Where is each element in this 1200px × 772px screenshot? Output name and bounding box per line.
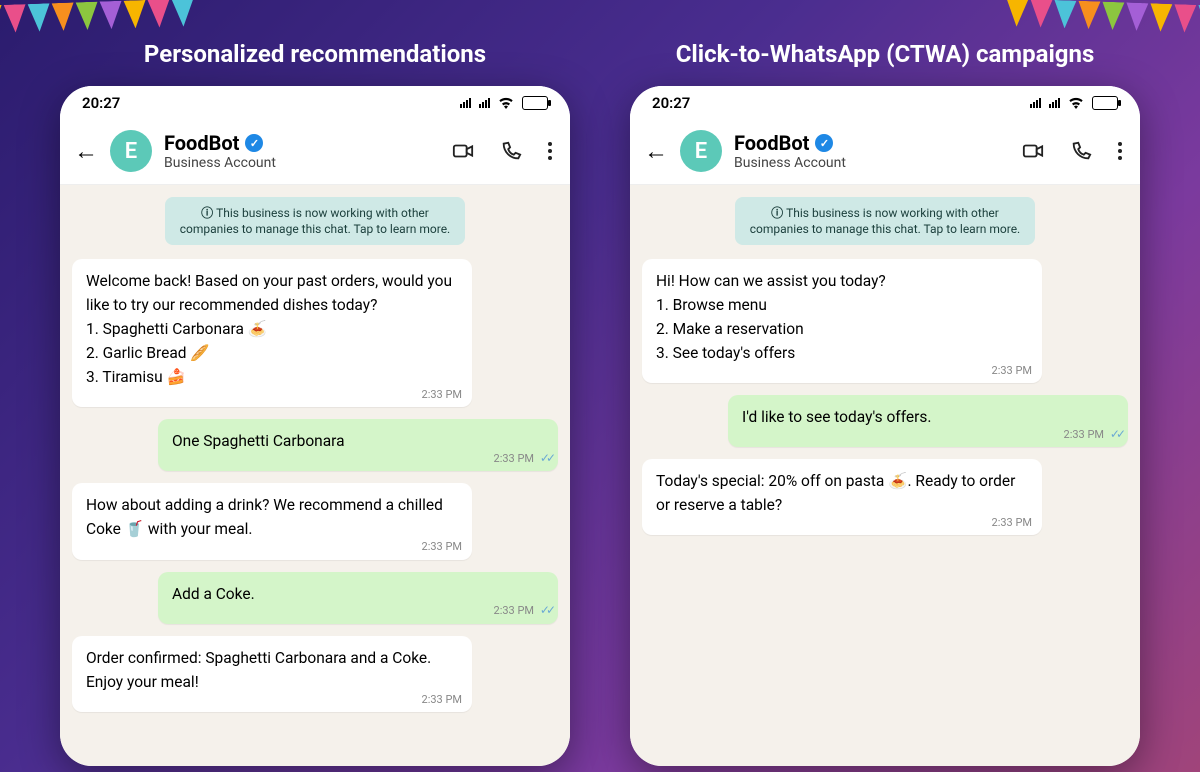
video-call-icon[interactable] xyxy=(1022,140,1044,162)
signal-icon-2 xyxy=(1049,98,1060,108)
battery-icon xyxy=(1092,96,1118,110)
msg-out[interactable]: I'd like to see today's offers.2:33 PM✓✓ xyxy=(728,395,1128,447)
avatar[interactable]: E xyxy=(680,130,722,172)
phone-call-icon[interactable] xyxy=(500,140,522,162)
wifi-icon xyxy=(1068,97,1084,109)
contact-name: FoodBot xyxy=(164,131,239,155)
wifi-icon xyxy=(498,97,514,109)
column-title-left: Personalized recommendations xyxy=(60,40,570,68)
phone-right: 20:27 ← E FoodBot Business Account xyxy=(630,86,1140,766)
more-icon[interactable] xyxy=(548,142,552,160)
signal-icon xyxy=(1030,98,1041,108)
msg-out[interactable]: One Spaghetti Carbonara2:33 PM✓✓ xyxy=(158,419,558,471)
contact-block[interactable]: FoodBot Business Account xyxy=(734,131,1010,171)
read-ticks-icon: ✓✓ xyxy=(540,601,552,620)
back-icon[interactable]: ← xyxy=(644,137,668,166)
verified-icon xyxy=(245,134,263,152)
statusbar: 20:27 xyxy=(60,86,570,120)
msg-out[interactable]: Add a Coke.2:33 PM✓✓ xyxy=(158,572,558,624)
status-time: 20:27 xyxy=(652,94,690,112)
back-icon[interactable]: ← xyxy=(74,137,98,166)
contact-block[interactable]: FoodBot Business Account xyxy=(164,131,440,171)
read-ticks-icon: ✓✓ xyxy=(1110,425,1122,444)
msg-in[interactable]: Welcome back! Based on your past orders,… xyxy=(72,259,472,407)
chat-body-left: This business is now working with other … xyxy=(60,185,570,766)
msg-in[interactable]: Today's special: 20% off on pasta 🍝. Rea… xyxy=(642,459,1042,535)
signal-icon-2 xyxy=(479,98,490,108)
phone-call-icon[interactable] xyxy=(1070,140,1092,162)
column-title-right: Click-to-WhatsApp (CTWA) campaigns xyxy=(630,40,1140,68)
status-time: 20:27 xyxy=(82,94,120,112)
battery-icon xyxy=(522,96,548,110)
info-banner[interactable]: This business is now working with other … xyxy=(735,197,1035,245)
info-banner[interactable]: This business is now working with other … xyxy=(165,197,465,245)
msg-in[interactable]: How about adding a drink? We recommend a… xyxy=(72,483,472,559)
read-ticks-icon: ✓✓ xyxy=(540,449,552,468)
statusbar: 20:27 xyxy=(630,86,1140,120)
chat-header: ← E FoodBot Business Account xyxy=(630,120,1140,185)
phone-left: 20:27 ← E FoodBot Business Account xyxy=(60,86,570,766)
video-call-icon[interactable] xyxy=(452,140,474,162)
more-icon[interactable] xyxy=(1118,142,1122,160)
msg-in[interactable]: Hi! How can we assist you today? 1. Brow… xyxy=(642,259,1042,383)
verified-icon xyxy=(815,134,833,152)
signal-icon xyxy=(460,98,471,108)
contact-name: FoodBot xyxy=(734,131,809,155)
chat-header: ← E FoodBot Business Account xyxy=(60,120,570,185)
chat-body-right: This business is now working with other … xyxy=(630,185,1140,766)
avatar[interactable]: E xyxy=(110,130,152,172)
contact-sub: Business Account xyxy=(734,155,1010,171)
msg-in[interactable]: Order confirmed: Spaghetti Carbonara and… xyxy=(72,636,472,712)
contact-sub: Business Account xyxy=(164,155,440,171)
